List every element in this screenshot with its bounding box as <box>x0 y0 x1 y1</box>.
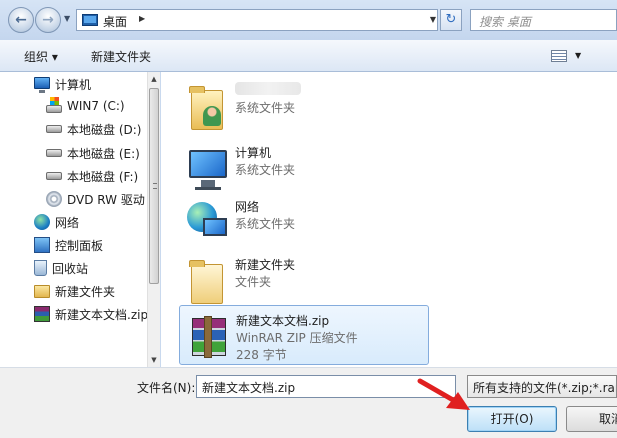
blurred-file-name <box>235 82 301 95</box>
navigation-pane: 计算机 WIN7 (C:) 本地磁盘 (D:) 本地磁盘 (E:) 本地磁盘 (… <box>0 72 160 367</box>
nav-item-label: DVD RW 驱动 <box>67 192 145 207</box>
network-icon <box>34 214 50 230</box>
drive-icon <box>46 172 62 180</box>
nav-item-label: 网络 <box>55 215 80 230</box>
scroll-down-icon[interactable]: ▼ <box>148 353 160 367</box>
new-folder-button[interactable]: 新建文件夹 <box>91 48 151 65</box>
organize-button[interactable]: 组织 ▾ <box>24 48 58 65</box>
rar-archive-icon <box>184 312 230 358</box>
user-folder-icon <box>183 82 229 130</box>
breadcrumb-desktop[interactable]: 桌面 <box>103 13 127 30</box>
dialog-footer: 文件名(N): 新建文本文档.zip 所有支持的文件(*.zip;*.rar; … <box>0 367 617 438</box>
address-row: ← → ▼ 桌面 ▶ ▼ ↻ 搜索 桌面 <box>0 0 617 40</box>
file-type-filter-select[interactable]: 所有支持的文件(*.zip;*.rar; <box>467 375 617 398</box>
file-name: 网络 <box>235 200 260 214</box>
desktop-icon <box>82 14 98 26</box>
filename-label: 文件名(N): <box>137 381 196 395</box>
file-type: 系统文件夹 <box>235 163 296 177</box>
computer-icon <box>34 77 50 93</box>
system-drive-icon <box>46 97 62 113</box>
nav-item-label: 本地磁盘 (F:) <box>67 169 139 184</box>
nav-item-drive-f[interactable]: 本地磁盘 (F:) <box>46 166 138 186</box>
list-item[interactable]: 系统文件夹 <box>179 76 429 136</box>
nav-item-label: 回收站 <box>52 261 89 276</box>
nav-item-label: 控制面板 <box>55 238 104 253</box>
file-type: WinRAR ZIP 压缩文件 <box>236 331 358 345</box>
scroll-up-icon[interactable]: ▲ <box>148 72 160 86</box>
drive-icon <box>46 149 62 157</box>
control-panel-icon <box>34 237 50 253</box>
file-type: 系统文件夹 <box>235 101 296 115</box>
nav-item-label: 本地磁盘 (E:) <box>67 146 140 161</box>
view-mode-icon[interactable] <box>551 50 567 62</box>
nav-item-label: 本地磁盘 (D:) <box>67 122 142 137</box>
scroll-grip-icon <box>153 183 157 189</box>
list-item[interactable]: 计算机 系统文件夹 <box>179 138 429 198</box>
file-name: 新建文件夹 <box>235 258 296 272</box>
folder-icon <box>183 256 229 304</box>
address-history-dropdown-icon[interactable]: ▼ <box>428 10 438 30</box>
toolbar: 组织 ▾ 新建文件夹 ▼ <box>0 40 617 72</box>
nav-item-drive-d[interactable]: 本地磁盘 (D:) <box>46 119 141 139</box>
forward-arrow-icon: → <box>42 12 54 28</box>
nav-item-recycle-bin[interactable]: 回收站 <box>34 258 88 278</box>
file-list-pane: 系统文件夹 计算机 系统文件夹 网络 系统文件夹 新建文件夹 文件夹 新建文本文… <box>161 72 617 367</box>
nav-item-drive-e[interactable]: 本地磁盘 (E:) <box>46 143 140 163</box>
scroll-thumb[interactable] <box>149 88 159 284</box>
back-button[interactable]: ← <box>8 7 34 33</box>
nav-item-drive-c[interactable]: WIN7 (C:) <box>46 96 125 116</box>
network-icon <box>183 198 229 244</box>
recycle-bin-icon <box>34 260 47 276</box>
nav-item-new-folder[interactable]: 新建文件夹 <box>34 281 115 301</box>
nav-item-control-panel[interactable]: 控制面板 <box>34 235 103 255</box>
nav-item-zip-file[interactable]: 新建文本文档.zip <box>34 304 148 324</box>
refresh-button[interactable]: ↻ <box>440 9 462 31</box>
nav-item-label: 计算机 <box>55 77 92 92</box>
list-item[interactable]: 新建文件夹 文件夹 <box>179 250 429 310</box>
search-input[interactable]: 搜索 桌面 <box>470 9 617 31</box>
breadcrumb-chevron-icon[interactable]: ▶ <box>139 14 145 23</box>
cancel-button[interactable]: 取消 <box>566 406 617 432</box>
open-button[interactable]: 打开(O) <box>467 406 557 432</box>
forward-button[interactable]: → <box>35 7 61 33</box>
file-type: 文件夹 <box>235 275 272 289</box>
nav-item-label: WIN7 (C:) <box>67 99 125 113</box>
nav-item-dvd[interactable]: DVD RW 驱动 <box>46 189 145 209</box>
nav-item-label: 新建文本文档.zip <box>55 307 149 322</box>
address-bar[interactable]: 桌面 ▶ <box>76 9 438 31</box>
nav-scrollbar[interactable]: ▲ ▼ <box>147 72 160 367</box>
filename-input[interactable]: 新建文本文档.zip <box>196 375 456 398</box>
refresh-icon: ↻ <box>445 12 457 27</box>
file-name: 新建文本文档.zip <box>236 314 330 328</box>
list-item-selected[interactable]: 新建文本文档.zip WinRAR ZIP 压缩文件 228 字节 <box>179 305 429 365</box>
file-size: 228 字节 <box>236 348 287 362</box>
computer-icon <box>183 144 229 190</box>
nav-item-network[interactable]: 网络 <box>34 212 79 232</box>
back-arrow-icon: ← <box>15 12 27 28</box>
file-name: 计算机 <box>235 146 272 160</box>
view-mode-dropdown-icon[interactable]: ▼ <box>575 51 581 60</box>
rar-archive-icon <box>34 306 50 322</box>
drive-icon <box>46 125 62 133</box>
nav-item-computer[interactable]: 计算机 <box>34 74 91 94</box>
dvd-icon <box>46 191 62 207</box>
folder-icon <box>34 284 50 298</box>
nav-item-label: 新建文件夹 <box>55 284 116 299</box>
list-item[interactable]: 网络 系统文件夹 <box>179 192 429 252</box>
file-type: 系统文件夹 <box>235 217 296 231</box>
recent-pages-dropdown-icon[interactable]: ▼ <box>64 14 70 23</box>
